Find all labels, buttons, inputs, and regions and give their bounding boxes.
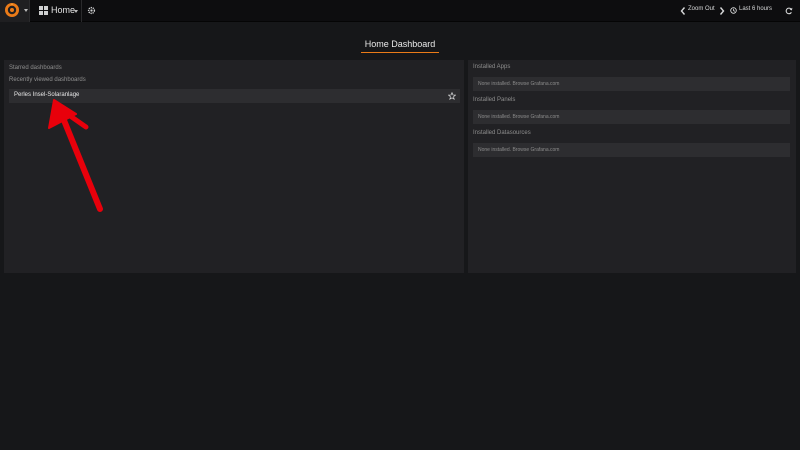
chevron-down-icon (24, 9, 28, 12)
time-range-label: Last 6 hours (739, 6, 773, 12)
zoom-prev-button[interactable] (678, 0, 688, 22)
chevron-left-icon (680, 7, 686, 15)
plugin-list-panel: Installed Apps None installed. Browse Gr… (468, 60, 796, 273)
installed-panels-row: None installed. Browse Grafana.com (473, 110, 790, 124)
installed-datasources-heading: Installed Datasources (473, 130, 531, 136)
installed-apps-row: None installed. Browse Grafana.com (473, 77, 790, 91)
zoom-next-button[interactable] (718, 0, 726, 22)
installed-apps-heading: Installed Apps (473, 64, 511, 70)
page-header: Home Dashboard (0, 34, 800, 53)
gear-icon (87, 6, 96, 15)
none-installed-text: None installed. (478, 147, 512, 153)
dashboard-title-label: Home (51, 5, 76, 15)
top-navbar: Home Zoom Out Last 6 hours (0, 0, 800, 22)
browse-grafana-link[interactable]: Browse Grafana.com (512, 147, 559, 153)
none-installed-text: None installed. (478, 81, 512, 87)
zoom-out-button[interactable]: Zoom Out (688, 0, 718, 22)
grafana-logo-icon (5, 3, 19, 17)
browse-grafana-link[interactable]: Browse Grafana.com (512, 81, 559, 87)
browse-grafana-link[interactable]: Browse Grafana.com (512, 114, 559, 120)
recent-dashboard-item[interactable]: Perles Insel-Solaranlage (9, 89, 460, 103)
installed-datasources-text: None installed. Browse Grafana.com (478, 147, 559, 153)
refresh-button[interactable] (784, 0, 794, 22)
installed-panels-text: None installed. Browse Grafana.com (478, 114, 559, 120)
grafana-menu-button[interactable] (0, 0, 30, 22)
chevron-down-icon (74, 10, 78, 13)
dashboard-settings-button[interactable] (85, 0, 99, 22)
page-title: Home Dashboard (360, 39, 440, 53)
installed-datasources-row: None installed. Browse Grafana.com (473, 143, 790, 157)
recent-dashboards-heading: Recently viewed dashboards (9, 77, 86, 83)
clock-icon (730, 7, 737, 14)
dashboard-list-panel: Starred dashboards Recently viewed dashb… (4, 60, 464, 273)
dashboard-picker-button[interactable]: Home (32, 0, 82, 22)
none-installed-text: None installed. (478, 114, 512, 120)
dashboard-grid-icon (39, 6, 48, 15)
time-range-picker[interactable]: Last 6 hours (730, 0, 776, 22)
installed-apps-text: None installed. Browse Grafana.com (478, 81, 559, 87)
zoom-out-label: Zoom Out (688, 6, 715, 12)
starred-dashboards-heading: Starred dashboards (9, 65, 62, 71)
chevron-right-icon (719, 7, 725, 15)
refresh-icon (785, 7, 793, 15)
dashboard-name: Perles Insel-Solaranlage (14, 92, 80, 98)
installed-panels-heading: Installed Panels (473, 97, 516, 103)
star-icon[interactable] (448, 92, 456, 100)
